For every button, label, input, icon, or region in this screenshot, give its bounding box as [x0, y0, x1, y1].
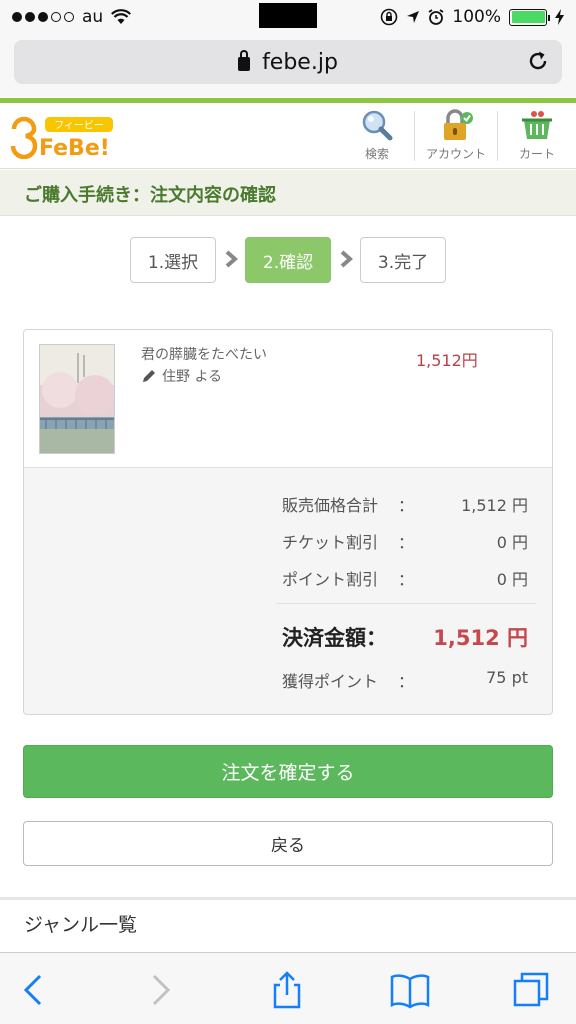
search-icon [362, 110, 393, 141]
summary-row-point: ポイント割引 ： 0 円 [24, 566, 552, 596]
book-price: 1,512円 [416, 351, 478, 370]
nav-divider [414, 111, 415, 161]
subtotal-label: 販売価格合計 [282, 496, 379, 515]
point-discount-value: 0 円 [496, 570, 528, 589]
step-complete: 3.完了 [360, 237, 446, 283]
nav-search-label: 検索 [364, 147, 389, 161]
account-lock-icon [444, 109, 473, 140]
forward-arrow-icon[interactable] [140, 971, 180, 1009]
url-text: febe.jp [262, 49, 338, 75]
summary-divider [276, 603, 536, 604]
charging-bolt-icon [555, 9, 564, 25]
lock-icon [238, 50, 251, 71]
genre-list-header[interactable]: ジャンル一覧 [0, 900, 576, 948]
book-author-name[interactable]: 住野 よる [162, 366, 222, 386]
signal-strength-icon [12, 12, 74, 22]
reload-icon[interactable] [526, 49, 550, 73]
carrier-name: au [82, 7, 104, 27]
book-title[interactable]: 君の膵臓をたべたい [141, 344, 267, 364]
summary-row-subtotal: 販売価格合計 ： 1,512 円 [24, 492, 552, 522]
nav-account[interactable]: アカウント [418, 109, 494, 165]
back-arrow-icon[interactable] [14, 971, 54, 1009]
nav-account-label: アカウント [425, 147, 486, 161]
nav-divider [497, 111, 498, 161]
confirm-order-button[interactable]: 注文を確定する [23, 745, 553, 798]
share-icon[interactable] [267, 971, 307, 1009]
nav-search[interactable]: 検索 [339, 109, 415, 165]
total-amount-value: 1,512 円 [433, 626, 528, 650]
earned-points-value: 75 pt [486, 668, 528, 687]
logo-text: FeBe! [39, 136, 110, 159]
febe-logo[interactable]: フィービー FeBe! [10, 115, 120, 161]
cart-icon [522, 111, 552, 139]
point-discount-label: ポイント割引 [282, 570, 379, 589]
earned-points-colon: ： [398, 672, 415, 691]
alarm-icon [428, 9, 444, 25]
tabs-icon[interactable] [512, 971, 552, 1009]
bookmarks-icon[interactable] [390, 971, 430, 1009]
total-amount-label: 決済金額： [282, 626, 387, 650]
chevron-right-icon [340, 250, 353, 268]
subtotal-value: 1,512 円 [461, 496, 528, 515]
pencil-icon [143, 370, 155, 382]
battery-percentage: 100% [452, 7, 501, 27]
page-title: ご購入手続き：注文内容の確認 [24, 185, 276, 206]
ticket-discount-label: チケット割引 [282, 533, 379, 552]
browser-address-area: febe.jp [0, 34, 576, 98]
address-bar[interactable]: febe.jp [14, 40, 562, 84]
step-select: 1.選択 [130, 237, 216, 283]
order-item: 君の膵臓をたべたい 住野 よる 1,512円 [24, 330, 552, 468]
chevron-right-icon [225, 250, 238, 268]
page-title-bar: ご購入手続き：注文内容の確認 [0, 170, 576, 216]
book-author: 住野 よる [141, 366, 222, 386]
order-summary-box: 君の膵臓をたべたい 住野 よる 1,512円 販売価格合計 ： 1,512 円 … [23, 329, 553, 715]
rotation-lock-icon [381, 8, 398, 26]
nav-cart-label: カート [518, 147, 555, 161]
wifi-icon [111, 9, 132, 24]
ticket-discount-value: 0 円 [496, 533, 528, 552]
point-discount-colon: ： [398, 570, 415, 589]
genre-list-title: ジャンル一覧 [24, 914, 138, 936]
site-header: フィービー FeBe! 検索 アカウント カート [0, 103, 576, 169]
subtotal-colon: ： [398, 496, 415, 515]
back-button[interactable]: 戻る [23, 821, 553, 866]
status-bar: au 100% [0, 0, 576, 34]
ticket-discount-colon: ： [398, 533, 415, 552]
location-arrow-icon [407, 11, 420, 23]
summary-row-earned-points: 獲得ポイント ： 75 pt [24, 668, 552, 698]
browser-toolbar [0, 952, 576, 1024]
step-confirm-active: 2.確認 [245, 237, 331, 283]
earned-points-label: 獲得ポイント [282, 672, 379, 691]
book-cover-image[interactable] [39, 344, 115, 454]
logo-ruby: フィービー [54, 120, 104, 132]
battery-icon [509, 8, 550, 26]
redaction-block [259, 3, 317, 28]
nav-cart[interactable]: カート [499, 109, 575, 165]
summary-row-ticket: チケット割引 ： 0 円 [24, 529, 552, 559]
